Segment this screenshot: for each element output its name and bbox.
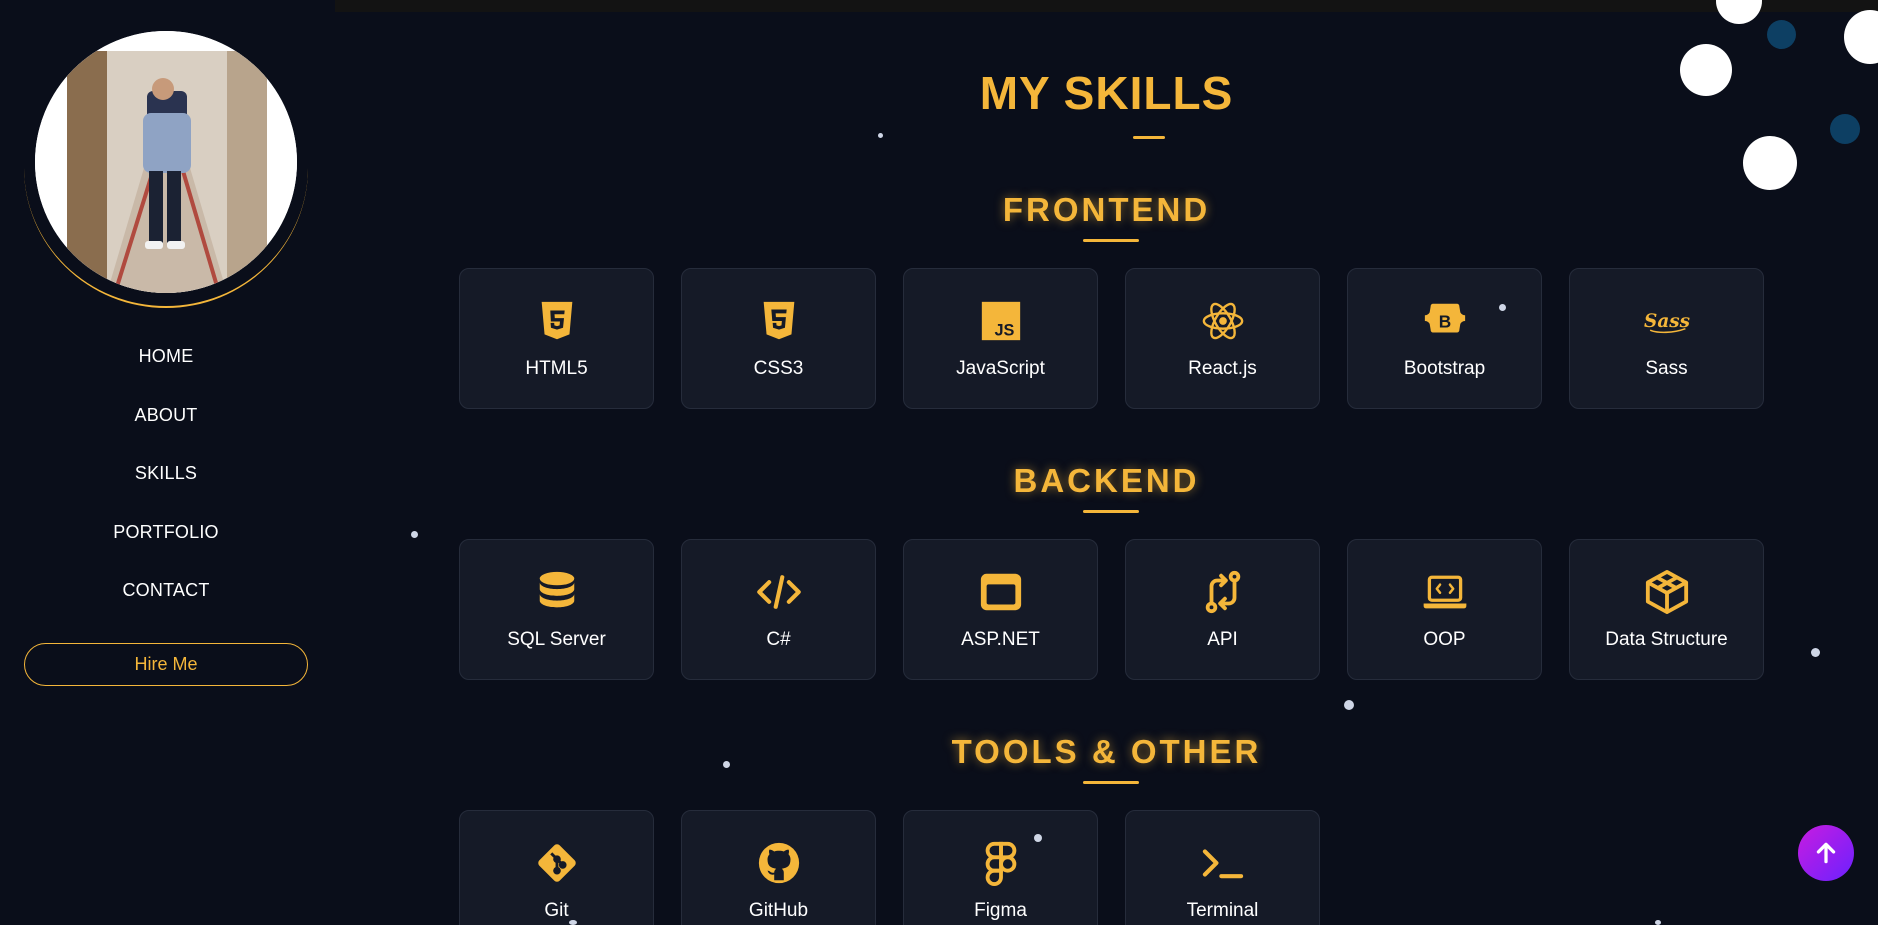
svg-text:B: B [1438,312,1450,332]
skill-label: Terminal [1186,900,1259,921]
decorative-particle [1655,920,1661,925]
skill-card-css3[interactable]: CSS3 [681,268,876,409]
title-underline [1133,136,1165,139]
skill-label: React.js [1188,358,1257,379]
decorative-bubble [1716,0,1762,24]
decorative-particle [878,133,883,138]
skill-label: OOP [1423,629,1466,650]
skill-card-bootstrap[interactable]: B Bootstrap [1347,268,1542,409]
html5-icon [534,298,580,344]
section-title-tools: TOOLS & OTHER [951,733,1262,770]
skill-label: CSS3 [753,358,804,379]
nav-home[interactable]: HOME [0,336,332,395]
skill-card-react[interactable]: React.js [1125,268,1320,409]
skill-label: Sass [1645,358,1688,379]
skill-card-api[interactable]: API [1125,539,1320,680]
sass-icon: Sass [1644,298,1690,344]
decorative-bubble [1743,136,1797,190]
skill-card-aspnet[interactable]: ASP.NET [903,539,1098,680]
skill-card-sql-server[interactable]: SQL Server [459,539,654,680]
skill-card-javascript[interactable]: JS JavaScript [903,268,1098,409]
skill-card-data-structure[interactable]: Data Structure [1569,539,1764,680]
terminal-icon [1200,840,1246,886]
sidebar: HOME ABOUT SKILLS PORTFOLIO CONTACT Hire… [0,0,334,925]
skill-label: HTML5 [525,358,588,379]
backend-skills-grid: SQL Server C# ASP.NET API OOP Data Struc… [459,539,1764,680]
skill-card-sass[interactable]: Sass Sass [1569,268,1764,409]
decorative-bubble [1680,44,1732,96]
git-icon [534,840,580,886]
skill-card-figma[interactable]: Figma [903,810,1098,925]
skill-label: C# [766,629,791,650]
top-bar [335,0,1878,12]
page-title: MY SKILLS [979,67,1234,119]
decorative-particle [1499,304,1506,311]
tools-skills-grid: Git GitHub Figma Terminal [459,810,1320,925]
section-title-frontend: FRONTEND [1002,191,1211,228]
javascript-icon: JS [978,298,1024,344]
avatar [35,31,297,293]
nav-portfolio[interactable]: PORTFOLIO [0,512,332,571]
decorative-particle [723,761,730,768]
skill-card-html5[interactable]: HTML5 [459,268,654,409]
skill-label: Bootstrap [1403,358,1486,379]
profile-photo [35,31,297,293]
css3-icon [756,298,802,344]
nav-about[interactable]: ABOUT [0,395,332,454]
skill-label: SQL Server [507,629,606,650]
main-nav: HOME ABOUT SKILLS PORTFOLIO CONTACT [0,336,332,629]
scroll-to-top-button[interactable] [1798,825,1854,881]
skill-card-terminal[interactable]: Terminal [1125,810,1320,925]
skill-label: API [1207,629,1238,650]
code-icon [756,569,802,615]
decorative-bubble [1767,20,1796,49]
arrow-up-icon [1816,842,1836,864]
decorative-particle [411,531,418,538]
skill-label: Git [544,900,569,921]
skill-label: JavaScript [956,358,1045,379]
github-icon [756,840,802,886]
skill-card-csharp[interactable]: C# [681,539,876,680]
decorative-particle [1344,700,1354,710]
bootstrap-icon: B [1422,298,1468,344]
skill-label: GitHub [748,900,809,921]
skill-card-git[interactable]: Git [459,810,654,925]
skill-card-oop[interactable]: OOP [1347,539,1542,680]
react-icon [1200,298,1246,344]
cube-icon [1644,569,1690,615]
frontend-skills-grid: HTML5 CSS3 JS JavaScript React.js B Boot… [459,268,1764,409]
skill-label: Figma [974,900,1027,921]
decorative-particle [569,920,577,925]
database-icon [534,569,580,615]
window-icon [978,569,1024,615]
skill-label: ASP.NET [961,629,1040,650]
section-title-backend: BACKEND [1013,462,1200,499]
skill-label: Data Structure [1605,629,1728,650]
figma-icon [978,840,1024,886]
section-underline [1083,510,1139,513]
svg-text:JS: JS [994,321,1014,339]
section-underline [1083,239,1139,242]
api-icon [1200,569,1246,615]
nav-skills[interactable]: SKILLS [0,453,332,512]
section-underline [1083,781,1139,784]
laptop-code-icon [1422,569,1468,615]
decorative-particle [1034,834,1042,842]
decorative-particle [1811,648,1820,657]
decorative-bubble [1844,10,1878,64]
decorative-bubble [1830,114,1860,144]
nav-contact[interactable]: CONTACT [0,570,332,629]
hire-me-button[interactable]: Hire Me [24,643,308,686]
skill-card-github[interactable]: GitHub [681,810,876,925]
